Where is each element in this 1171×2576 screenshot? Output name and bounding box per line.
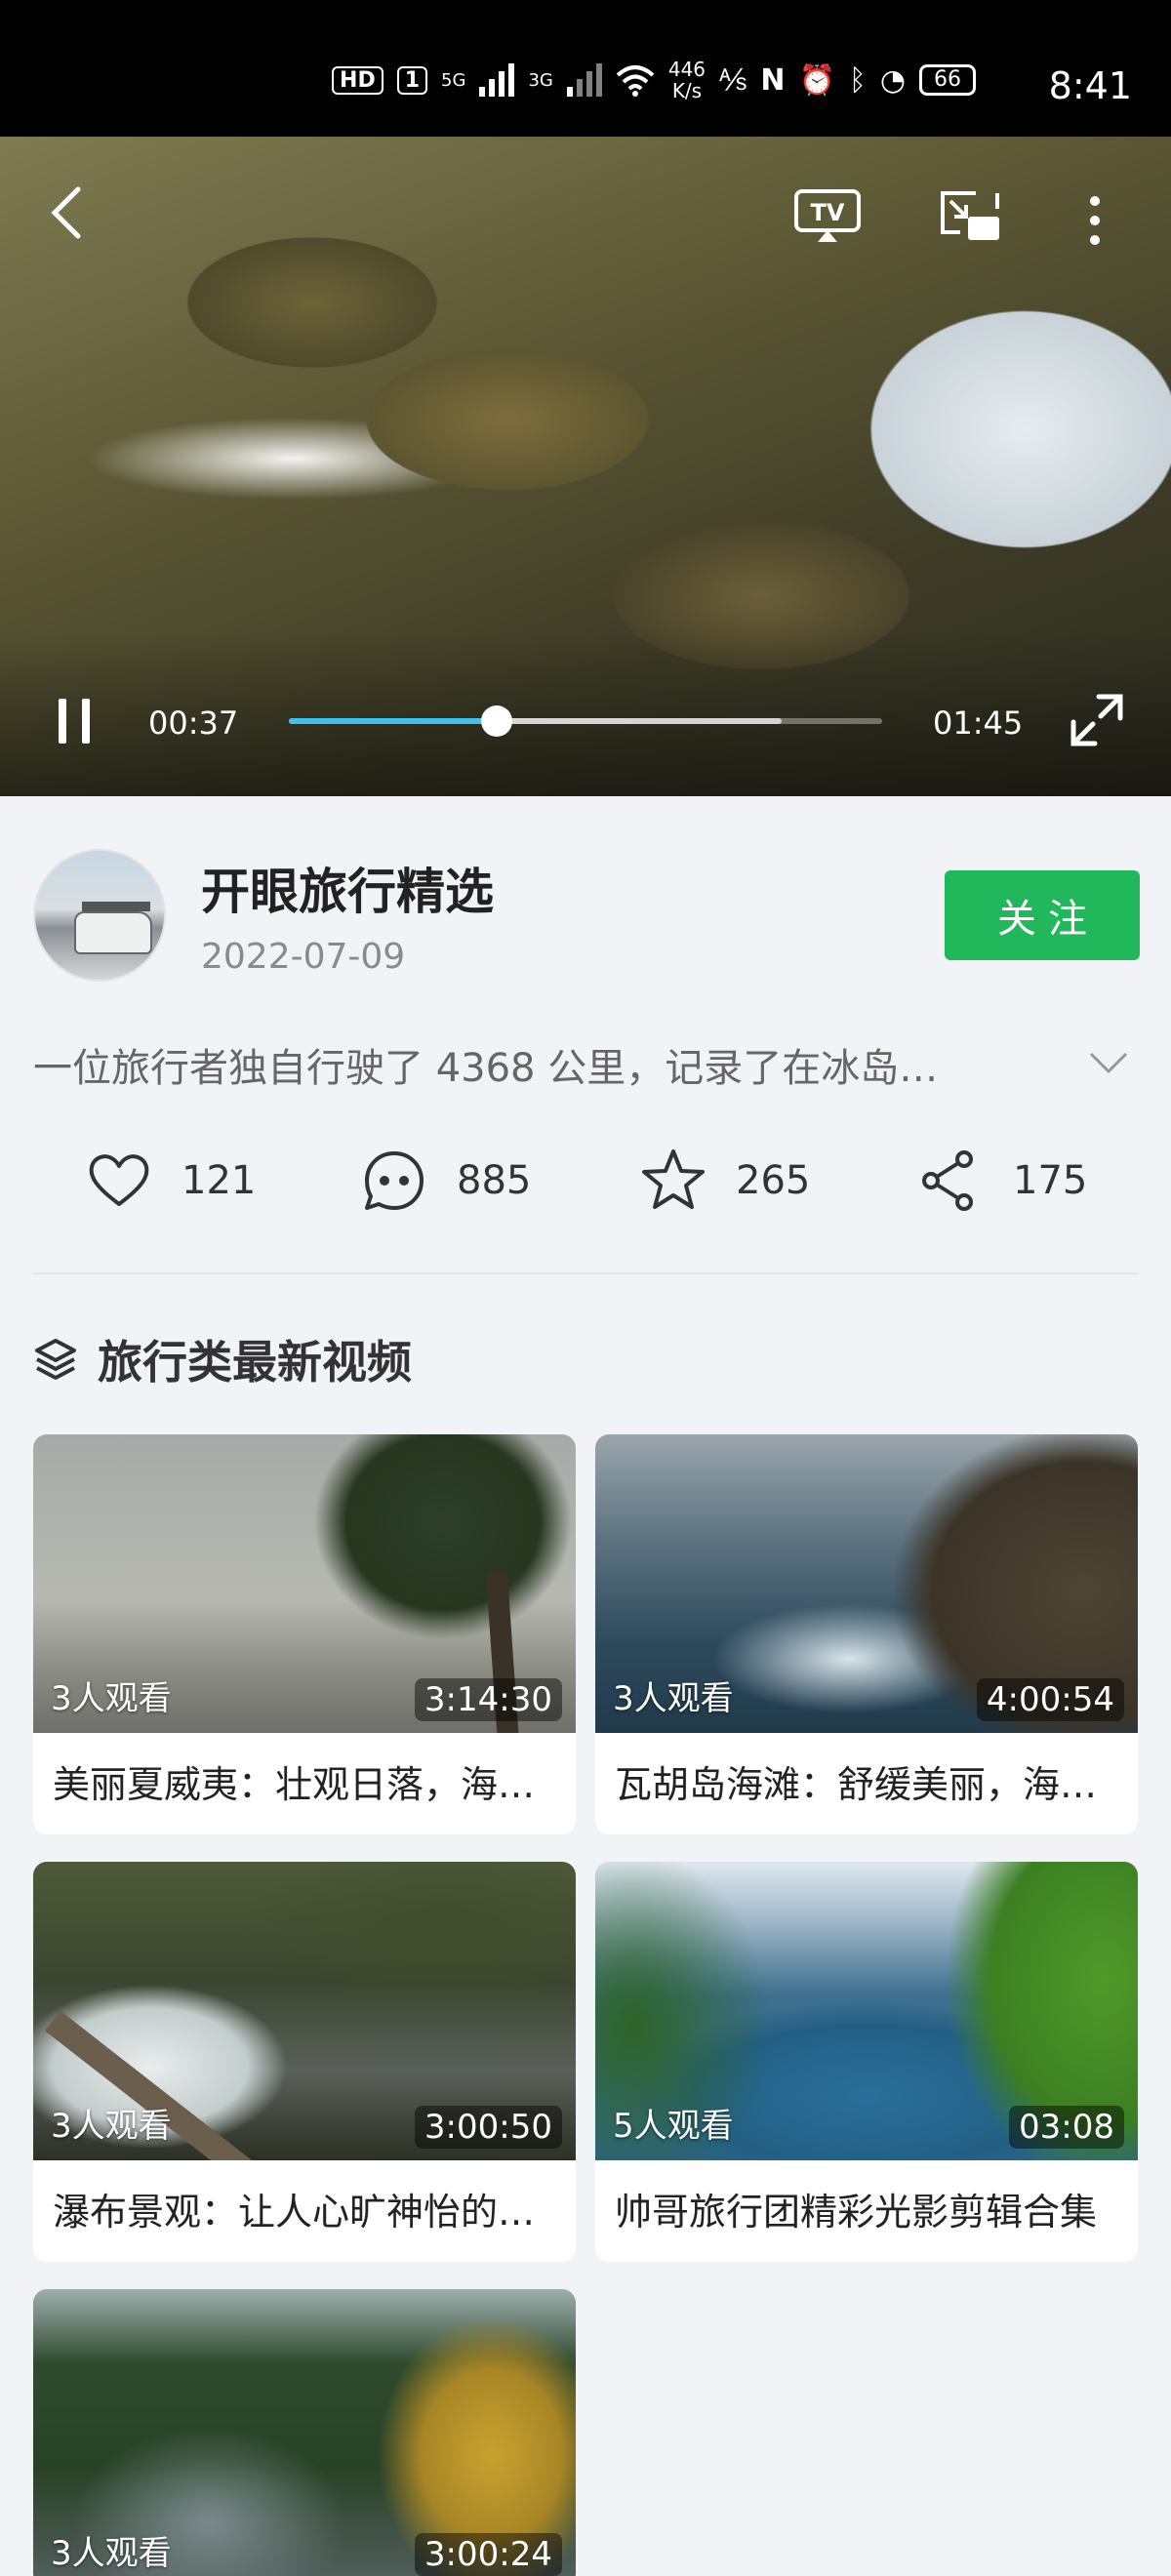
- signal-icon: [479, 63, 515, 97]
- view-count: 3人观看: [613, 1679, 734, 1718]
- pip-icon[interactable]: [937, 187, 1003, 246]
- comment-icon: [365, 1151, 424, 1210]
- pause-icon[interactable]: [55, 697, 94, 745]
- author-name[interactable]: 开眼旅行精选: [201, 853, 494, 923]
- share-icon: [922, 1150, 973, 1211]
- status-bar: HD 1 5G 3G 446 K/s ⅍ N ⏰ ᛒ ◔ 66 8:41: [0, 0, 1171, 137]
- nfc-icon: N: [760, 62, 786, 98]
- video-title: 瀑布景观：让人心旷神怡的自然之声: [53, 2191, 576, 2234]
- fullscreen-icon[interactable]: [1070, 693, 1124, 747]
- current-time: 00:37: [148, 704, 239, 742]
- cast-tv-icon[interactable]: TV: [792, 187, 863, 246]
- video-card[interactable]: 3人观看 3:00:50 瀑布景观：让人心旷神怡的自然之声: [33, 1862, 576, 2262]
- comment-button[interactable]: 885: [361, 1147, 531, 1214]
- translate-icon: ⅍: [719, 62, 747, 98]
- more-options-icon[interactable]: [1083, 191, 1107, 250]
- section-header: 旅行类最新视频: [33, 1327, 412, 1391]
- heart-icon: [89, 1154, 149, 1206]
- share-count: 175: [1013, 1158, 1088, 1203]
- duration: 3:00:50: [414, 2106, 562, 2149]
- video-thumbnail: 3人观看 4:00:54: [595, 1434, 1138, 1733]
- total-time: 01:45: [933, 704, 1024, 742]
- follow-button[interactable]: 关注: [945, 870, 1140, 960]
- like-button[interactable]: 121: [86, 1147, 256, 1214]
- stats-bar: 121 885 265 175: [0, 1132, 1171, 1229]
- video-thumbnail: 3人观看 3:14:30: [33, 1434, 576, 1733]
- video-title: 瓦胡岛海滩：舒缓美丽，海浪声声: [615, 1763, 1138, 1806]
- progress-knob[interactable]: [480, 705, 512, 737]
- duration: 3:00:24: [414, 2533, 562, 2576]
- favorite-count: 265: [736, 1158, 811, 1203]
- svg-text:TV: TV: [811, 199, 845, 226]
- alarm-icon: ⏰: [798, 62, 835, 98]
- net-type-5g: 5G: [441, 69, 466, 91]
- video-thumbnail: 3人观看 3:00:24: [33, 2289, 576, 2576]
- video-card[interactable]: 3人观看 3:14:30 美丽夏威夷：壮观日落，海浪轻拂: [33, 1434, 576, 1834]
- signal-icon-2: [566, 63, 602, 97]
- video-thumbnail: 5人观看 03:08: [595, 1862, 1138, 2160]
- layers-icon: [35, 1339, 76, 1380]
- like-count: 121: [182, 1158, 257, 1203]
- view-count: 3人观看: [51, 2534, 172, 2573]
- video-description: 一位旅行者独自行驶了 4368 公里，记录了在冰岛…: [33, 1046, 939, 1091]
- wifi-icon: [616, 65, 655, 97]
- author-avatar[interactable]: [33, 849, 166, 982]
- battery-icon: 66: [919, 64, 976, 96]
- video-card[interactable]: 3人观看 3:00:24: [33, 2289, 576, 2576]
- hd-badge: HD: [332, 65, 384, 95]
- net-type-3g: 3G: [528, 69, 553, 91]
- comment-count: 885: [457, 1158, 532, 1203]
- star-icon: [642, 1149, 705, 1209]
- speedometer-icon: ◔: [879, 62, 906, 98]
- back-arrow-icon[interactable]: [47, 183, 86, 242]
- network-speed: 446 K/s: [667, 58, 707, 102]
- progress-fill: [289, 718, 497, 724]
- bluetooth-icon: ᛒ: [848, 62, 867, 98]
- video-player[interactable]: TV 00:37 01:45: [0, 137, 1171, 796]
- sim-badge: 1: [396, 65, 428, 95]
- video-thumbnail: 3人观看 3:00:50: [33, 1862, 576, 2160]
- duration: 4:00:54: [976, 1678, 1124, 1721]
- share-button[interactable]: 175: [917, 1147, 1087, 1214]
- clock: 8:41: [1048, 64, 1132, 107]
- view-count: 5人观看: [613, 2107, 734, 2146]
- duration: 3:14:30: [414, 1678, 562, 1721]
- video-card[interactable]: 5人观看 03:08 帅哥旅行团精彩光影剪辑合集: [595, 1862, 1138, 2262]
- section-title: 旅行类最新视频: [98, 1336, 412, 1389]
- video-card[interactable]: 3人观看 4:00:54 瓦胡岛海滩：舒缓美丽，海浪声声: [595, 1434, 1138, 1834]
- chevron-down-icon[interactable]: [1087, 1048, 1130, 1077]
- progress-bar[interactable]: [289, 705, 882, 737]
- favorite-button[interactable]: 265: [640, 1147, 810, 1214]
- view-count: 3人观看: [51, 2107, 172, 2146]
- divider: [33, 1272, 1138, 1274]
- publish-date: 2022-07-09: [201, 937, 406, 977]
- view-count: 3人观看: [51, 1679, 172, 1718]
- video-title: 帅哥旅行团精彩光影剪辑合集: [615, 2191, 1098, 2234]
- duration: 03:08: [1009, 2106, 1124, 2149]
- status-icons: HD 1 5G 3G 446 K/s ⅍ N ⏰ ᛒ ◔ 66: [332, 59, 976, 101]
- video-title: 美丽夏威夷：壮观日落，海浪轻拂: [53, 1763, 576, 1806]
